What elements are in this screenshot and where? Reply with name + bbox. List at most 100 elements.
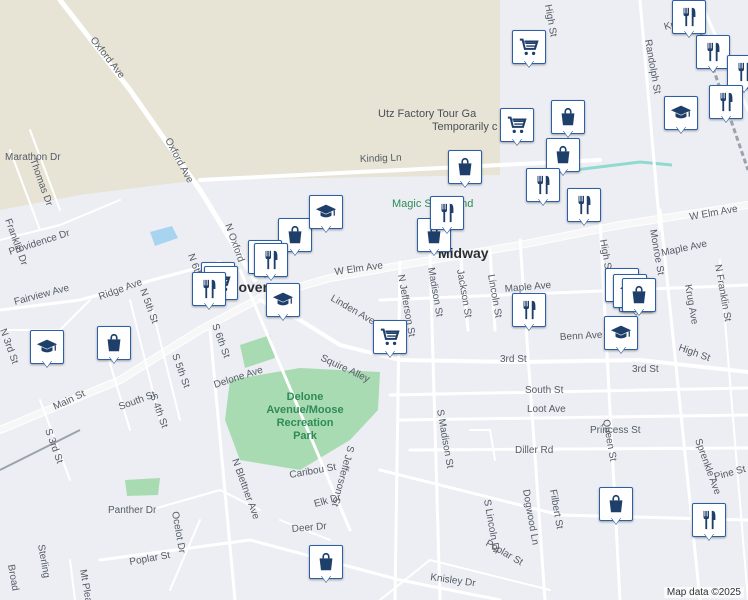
street-label: High St [677, 342, 712, 364]
map-attribution: Map data ©2025 [663, 587, 744, 598]
restaurant-marker[interactable] [430, 196, 464, 236]
graduation-cap-icon [309, 195, 343, 229]
shopping-bag-icon [309, 545, 343, 579]
shopping-bag-icon [448, 150, 482, 184]
shopping-cart-icon [512, 30, 546, 64]
marker-pointer [204, 302, 214, 309]
park-label-line1: Delone [287, 391, 324, 403]
marker-pointer [278, 313, 288, 320]
street-label: Deer Dr [291, 521, 327, 535]
street-label: Marathon Dr [5, 152, 61, 163]
street-label: Madison St [425, 267, 445, 318]
marker-pointer [385, 350, 395, 357]
shopping-bag-icon [599, 487, 633, 521]
marker-pointer [704, 533, 714, 540]
restaurant-icon [192, 272, 226, 306]
street-label: Jackson St [454, 269, 473, 319]
shopping-bag-marker[interactable] [551, 100, 585, 140]
marker-pointer [321, 225, 331, 232]
marker-pointer [512, 138, 522, 145]
street-label: Sprenkle Ave [692, 437, 723, 496]
shopping-bag-marker[interactable] [97, 326, 131, 366]
marker-pointer [611, 517, 621, 524]
restaurant-marker[interactable] [692, 503, 726, 543]
restaurant-marker[interactable] [672, 0, 706, 40]
restaurant-icon [254, 243, 288, 277]
pond [150, 226, 178, 246]
street-label: Ridge Ave [97, 277, 144, 303]
street-label: S 5th St [169, 352, 192, 389]
street-label: Panther Dr [108, 505, 157, 516]
restaurant-marker[interactable] [254, 243, 288, 283]
marker-pointer [109, 356, 119, 363]
street-label: Broad [5, 564, 20, 592]
street-label: Maple Ave [660, 238, 708, 259]
map-view[interactable]: Hanover Midway Utz Factory Tour Ga Tempo… [0, 0, 748, 600]
marker-pointer [290, 248, 300, 255]
restaurant-icon [709, 85, 743, 119]
street-label: 3rd St [632, 364, 659, 375]
marker-pointer [442, 226, 452, 233]
restaurant-marker[interactable] [526, 168, 560, 208]
restaurant-marker[interactable] [567, 188, 601, 228]
street-label: Main St [52, 388, 88, 412]
graduation-cap-marker[interactable] [266, 283, 300, 323]
marker-pointer [321, 575, 331, 582]
shopping-cart-marker[interactable] [373, 320, 407, 360]
marker-pointer [563, 130, 573, 137]
restaurant-icon [526, 168, 560, 202]
graduation-cap-marker[interactable] [30, 330, 64, 370]
graduation-cap-icon [30, 330, 64, 364]
marker-pointer [676, 126, 686, 133]
street-label: Kindig Ln [360, 153, 402, 165]
marker-pointer [579, 218, 589, 225]
shopping-cart-icon [500, 108, 534, 142]
shopping-bag-icon [546, 138, 580, 172]
shopping-bag-marker[interactable] [309, 545, 343, 585]
restaurant-icon [512, 293, 546, 327]
street-label: N Oxford [222, 222, 246, 263]
street-label: S Jefferson St [329, 444, 356, 508]
graduation-cap-icon [604, 316, 638, 350]
marker-pointer [538, 198, 548, 205]
shopping-cart-marker[interactable] [500, 108, 534, 148]
restaurant-icon [727, 55, 748, 89]
graduation-cap-icon [664, 96, 698, 130]
street-label: South St [525, 385, 564, 396]
poi-label-utz-status: Temporarily c [432, 121, 498, 133]
shopping-bag-marker[interactable] [622, 278, 656, 318]
restaurant-marker[interactable] [192, 272, 226, 312]
restaurant-marker[interactable] [696, 35, 730, 75]
park-label-line2: Avenue/Moose [266, 404, 343, 416]
shopping-bag-icon [551, 100, 585, 134]
street-label: 3rd St [500, 354, 527, 365]
restaurant-marker[interactable] [512, 293, 546, 333]
street-label: Benn Ave [560, 330, 604, 343]
graduation-cap-marker[interactable] [664, 96, 698, 136]
marker-pointer [460, 180, 470, 187]
street-label: Filbert St [547, 489, 565, 531]
marker-pointer [708, 65, 718, 72]
shopping-bag-icon [622, 278, 656, 312]
street-label: Princess St [590, 425, 641, 436]
marker-pointer [721, 115, 731, 122]
street-label: South St [117, 389, 157, 413]
shopping-cart-marker[interactable] [512, 30, 546, 70]
shopping-bag-marker[interactable] [448, 150, 482, 190]
street-label: Diller Rd [515, 445, 553, 456]
restaurant-marker[interactable] [709, 85, 743, 125]
marker-pointer [524, 60, 534, 67]
poi-label-utz[interactable]: Utz Factory Tour Ga [378, 108, 477, 120]
restaurant-icon [692, 503, 726, 537]
restaurant-icon [672, 0, 706, 34]
shopping-bag-marker[interactable] [599, 487, 633, 527]
park-label-line3: Recreation [277, 417, 334, 429]
marker-pointer [429, 248, 439, 255]
marker-pointer [42, 360, 52, 367]
graduation-cap-marker[interactable] [604, 316, 638, 356]
marker-pointer [634, 308, 644, 315]
street-label: Pine St [713, 464, 747, 483]
shopping-cart-icon [373, 320, 407, 354]
graduation-cap-marker[interactable] [309, 195, 343, 235]
street-label: N Franklin St [712, 264, 733, 323]
